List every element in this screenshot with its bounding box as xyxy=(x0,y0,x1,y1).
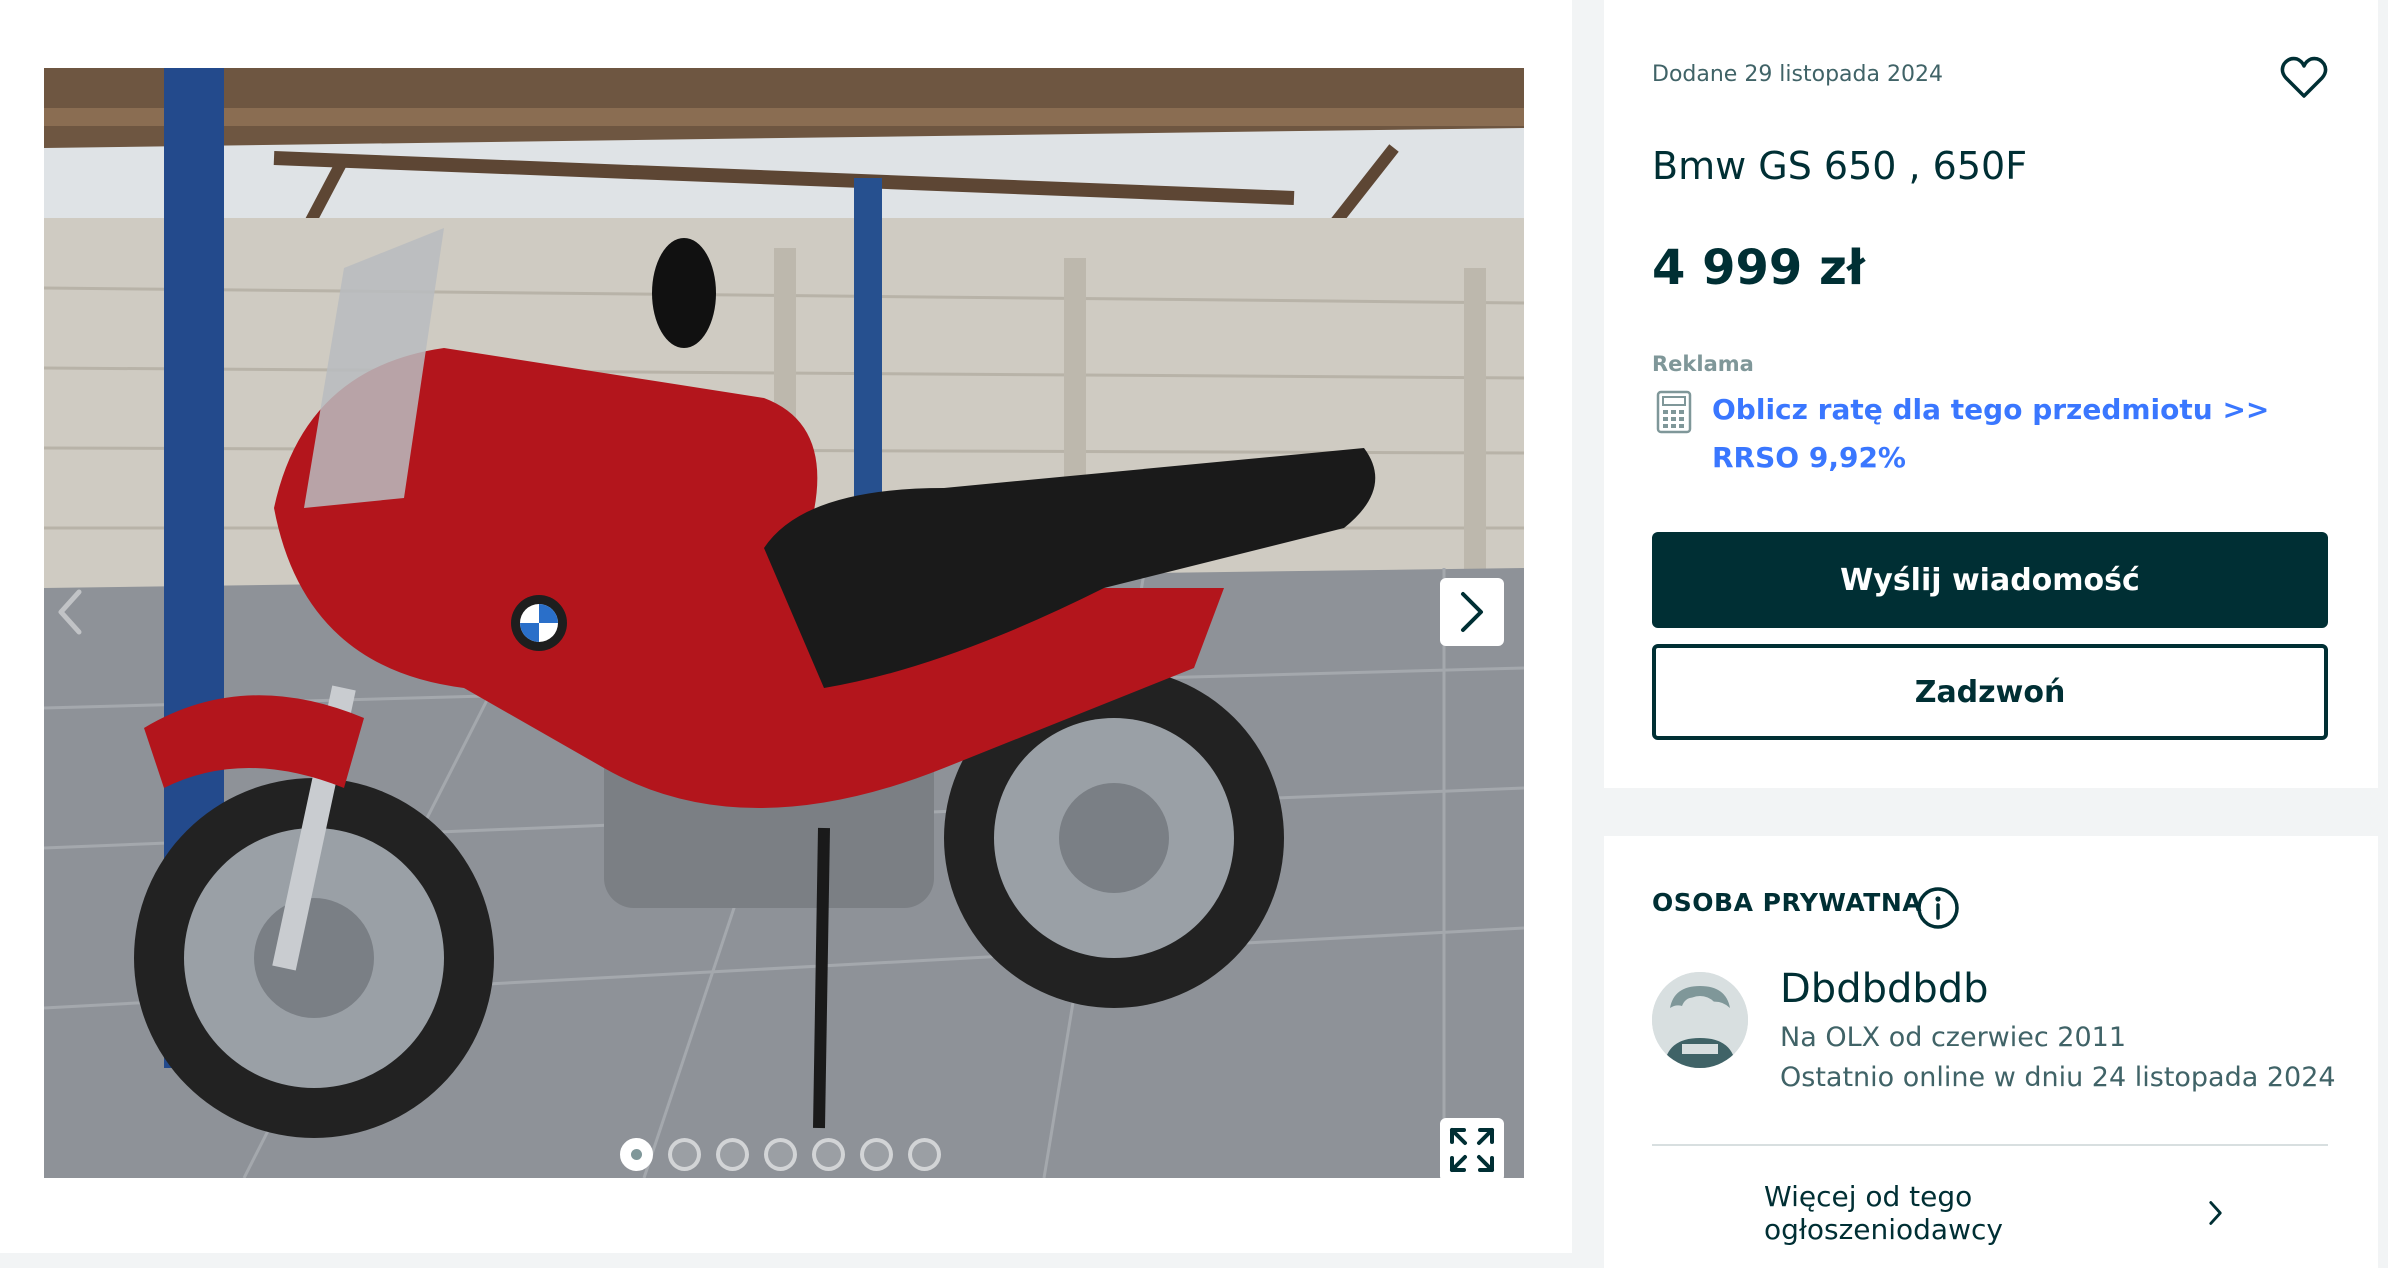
pagination-dot-4[interactable] xyxy=(764,1137,797,1171)
pagination-dot-7[interactable] xyxy=(908,1137,941,1171)
call-button[interactable]: Zadzwoń xyxy=(1652,644,2328,740)
fullscreen-button[interactable] xyxy=(1440,1118,1504,1182)
heart-icon xyxy=(2280,56,2328,98)
more-from-seller-link[interactable]: Więcej od tego ogłoszeniodawcy xyxy=(1764,1180,2224,1246)
posted-date: Dodane 29 listopada 2024 xyxy=(1652,62,1943,87)
seller-avatar[interactable] xyxy=(1652,972,1748,1068)
favorite-button[interactable] xyxy=(2276,52,2332,104)
previous-photo-button[interactable] xyxy=(40,580,100,644)
next-photo-button[interactable] xyxy=(1440,578,1504,646)
photo-pagination xyxy=(620,1136,941,1172)
listing-page: Dodane 29 listopada 2024 Bmw GS 650 , 65… xyxy=(0,0,2388,1268)
seller-type: OSOBA PRYWATNA xyxy=(1652,888,1923,917)
pagination-dot-2[interactable] xyxy=(668,1137,701,1171)
seller-name[interactable]: Dbdbdbdb xyxy=(1780,966,1989,1012)
seller-card: OSOBA PRYWATNA Dbdbdbdb Na OLX od czerwi… xyxy=(1604,836,2378,1268)
listing-photo[interactable] xyxy=(44,68,1524,1178)
installment-calculator-link[interactable]: Oblicz ratę dla tego przedmiotu >> RRSO … xyxy=(1712,386,2312,482)
send-message-button[interactable]: Wyślij wiadomość xyxy=(1652,532,2328,628)
listing-info-card: Dodane 29 listopada 2024 Bmw GS 650 , 65… xyxy=(1604,0,2378,788)
chevron-right-icon xyxy=(2209,1201,2222,1225)
pagination-dot-1[interactable] xyxy=(620,1137,653,1171)
pagination-dot-5[interactable] xyxy=(812,1137,845,1171)
pagination-dot-6[interactable] xyxy=(860,1137,893,1171)
seller-member-since: Na OLX od czerwiec 2011 xyxy=(1780,1022,2127,1053)
ad-label: Reklama xyxy=(1652,352,1754,376)
info-icon[interactable] xyxy=(1916,886,1960,930)
expand-icon xyxy=(1450,1128,1494,1172)
chevron-right-icon xyxy=(1461,592,1483,632)
listing-title: Bmw GS 650 , 650F xyxy=(1652,144,2028,188)
seller-last-online: Ostatnio online w dniu 24 listopada 2024 xyxy=(1780,1062,2336,1093)
motorcycle-photo-illustration xyxy=(44,68,1524,1178)
divider xyxy=(1652,1144,2328,1146)
listing-price: 4 999 zł xyxy=(1652,240,1865,296)
gallery-card xyxy=(0,0,1572,1253)
more-from-seller-label: Więcej od tego ogłoszeniodawcy xyxy=(1764,1180,2003,1246)
calculator-icon xyxy=(1656,390,1692,434)
default-avatar-icon xyxy=(1652,972,1748,1068)
pagination-dot-3[interactable] xyxy=(716,1137,749,1171)
chevron-left-icon xyxy=(58,589,82,635)
